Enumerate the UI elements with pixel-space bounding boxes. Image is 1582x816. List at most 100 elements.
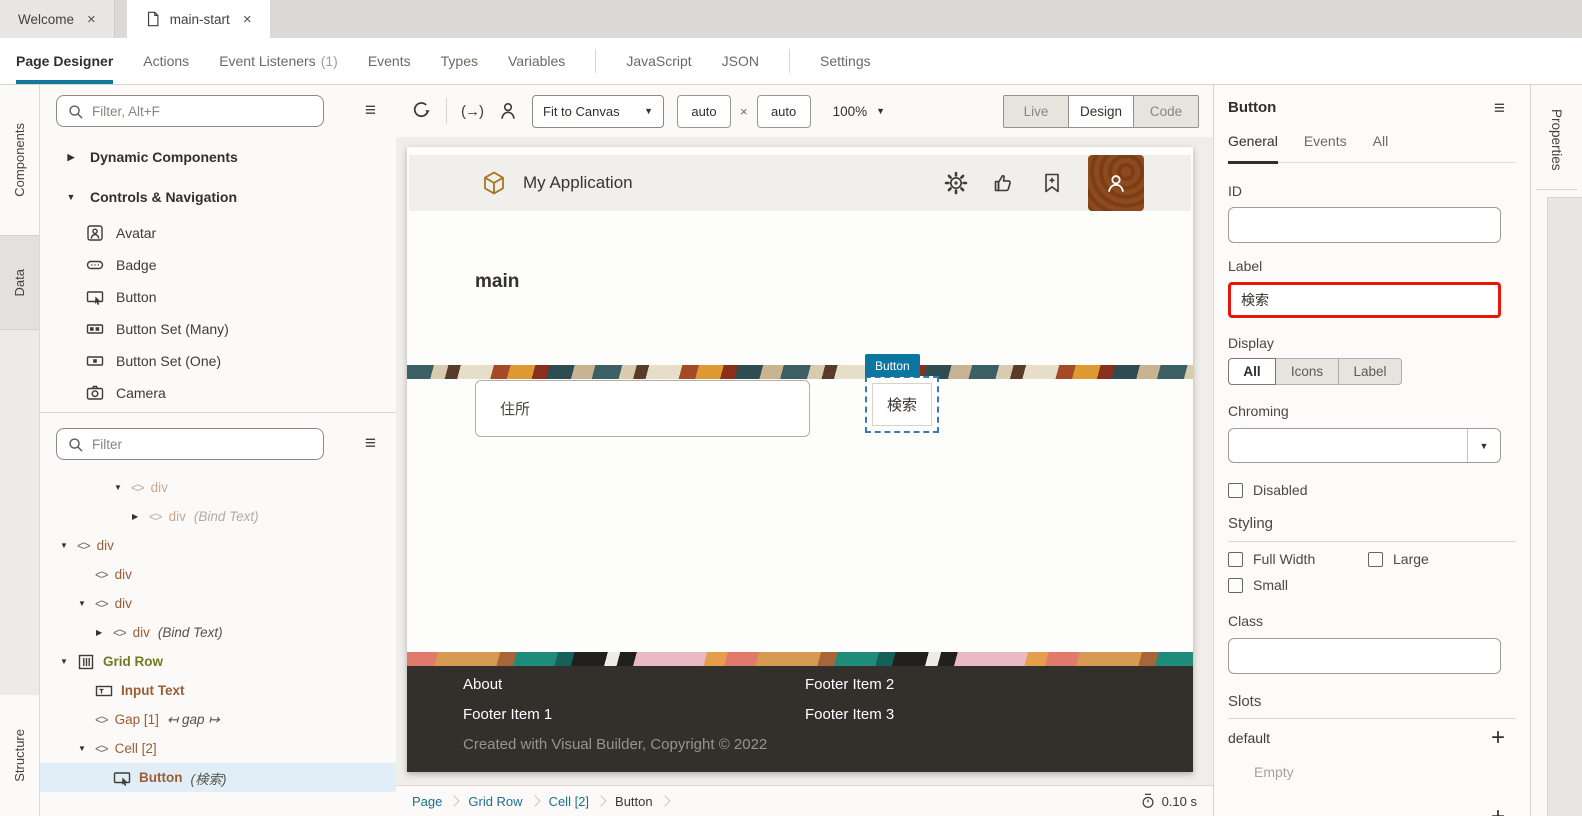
menu-item-actions[interactable]: Actions (143, 38, 189, 84)
footer-link-footer-item-3[interactable]: Footer Item 3 (805, 706, 894, 723)
component-item-badge[interactable]: Badge (40, 249, 396, 281)
components-section-controls-navigation[interactable]: ▼Controls & Navigation (40, 177, 396, 217)
id-input[interactable] (1228, 207, 1501, 243)
display-option-all[interactable]: All (1228, 358, 1276, 385)
checkbox-small[interactable] (1228, 578, 1243, 593)
close-icon[interactable]: × (87, 11, 96, 28)
component-item-camera[interactable]: Camera (40, 377, 396, 409)
refresh-icon[interactable] (410, 100, 432, 122)
structure-row-grid-row[interactable]: ▼Grid Row (40, 647, 396, 676)
structure-node-suffix: ↤ gap ↦ (167, 712, 220, 728)
chevron-down-icon[interactable]: ▼ (78, 744, 95, 753)
editor-tab-welcome[interactable]: Welcome× (0, 0, 115, 38)
canvas-height-input[interactable] (757, 95, 811, 128)
chevron-down-icon[interactable]: ▼ (114, 483, 131, 492)
action-chain-icon[interactable]: (→) (461, 103, 483, 120)
render-time-value: 0.10 s (1162, 794, 1197, 809)
rail-tab-data[interactable]: Data (0, 235, 39, 330)
structure-row-div[interactable]: <>div (40, 560, 396, 589)
structure-row-div[interactable]: ▼<>div (40, 473, 396, 502)
gear-icon[interactable] (944, 171, 968, 195)
footer-link-footer-item-2[interactable]: Footer Item 2 (805, 676, 894, 693)
properties-tab-general[interactable]: General (1228, 133, 1278, 162)
menu-item-event-listeners[interactable]: Event Listeners(1) (219, 38, 338, 84)
address-input[interactable]: 住所 (475, 380, 810, 437)
components-section-dynamic-components[interactable]: ▶Dynamic Components (40, 137, 396, 177)
thumbs-up-icon[interactable] (992, 171, 1016, 195)
structure-row-div[interactable]: ▼<>div (40, 531, 396, 560)
properties-tab-events[interactable]: Events (1304, 133, 1347, 162)
menu-item-events[interactable]: Events (368, 38, 411, 84)
chroming-select[interactable]: ▼ (1228, 428, 1501, 463)
components-filter-input[interactable] (92, 104, 313, 119)
chevron-right-icon (595, 795, 606, 806)
checkbox-full-width[interactable] (1228, 552, 1243, 567)
selected-button-outline[interactable]: Button 検索 (865, 376, 939, 433)
display-option-label[interactable]: Label (1338, 358, 1402, 385)
footer-link-about[interactable]: About (463, 676, 502, 693)
add-icon[interactable]: + (1491, 805, 1505, 816)
menu-item-types[interactable]: Types (441, 38, 478, 84)
structure-filter-input[interactable] (92, 437, 313, 452)
breadcrumb-item-page[interactable]: Page (412, 794, 442, 809)
audit-person-icon[interactable] (497, 100, 519, 122)
editor-tab-main-start[interactable]: main-start× (127, 0, 270, 38)
structure-row-gap-1[interactable]: <>Gap [1]↤ gap ↦ (40, 705, 396, 734)
class-input[interactable] (1228, 638, 1501, 674)
component-item-button-set-many[interactable]: Button Set (Many) (40, 313, 396, 345)
button-icon (86, 288, 104, 306)
mode-button-design[interactable]: Design (1068, 95, 1134, 128)
mode-button-live[interactable]: Live (1003, 95, 1069, 128)
bookmark-add-icon[interactable] (1040, 171, 1064, 195)
component-item-button-set-one[interactable]: Button Set (One) (40, 345, 396, 377)
structure-row-input-text[interactable]: Input Text (40, 676, 396, 705)
component-item-button[interactable]: Button (40, 281, 396, 313)
search-button[interactable]: 検索 (872, 383, 932, 426)
structure-row-cell-2[interactable]: ▼<>Cell [2] (40, 734, 396, 763)
app-header: My Application (409, 155, 1191, 211)
canvas-width-input[interactable] (677, 95, 731, 128)
user-avatar[interactable] (1088, 155, 1144, 211)
chevron-down-icon: ▼ (876, 106, 885, 116)
properties-tab-all[interactable]: All (1373, 133, 1389, 162)
search-icon (67, 436, 84, 453)
chevron-down-icon: ▼ (64, 192, 78, 202)
breadcrumb-item-grid-row[interactable]: Grid Row (468, 794, 522, 809)
chevron-right-icon[interactable]: ▶ (132, 512, 149, 521)
canvas-size-select[interactable]: Fit to Canvas ▼ (532, 95, 664, 128)
structure-row-div[interactable]: ▶<>div(Bind Text) (40, 502, 396, 531)
chevron-down-icon[interactable]: ▼ (60, 657, 77, 666)
label-input[interactable] (1228, 282, 1501, 318)
close-icon[interactable]: × (243, 11, 252, 28)
mode-button-code[interactable]: Code (1133, 95, 1199, 128)
menu-item-javascript[interactable]: JavaScript (626, 38, 691, 84)
disabled-checkbox[interactable] (1228, 483, 1243, 498)
chevron-down-icon[interactable]: ▼ (78, 599, 95, 608)
properties-menu-icon[interactable] (1494, 99, 1505, 118)
menu-item-variables[interactable]: Variables (508, 38, 565, 84)
section-divider (1228, 541, 1516, 542)
rail-tab-components[interactable]: Components (0, 85, 39, 235)
checkbox-large[interactable] (1368, 552, 1383, 567)
menu-item-settings[interactable]: Settings (820, 38, 871, 84)
rail-tab-properties[interactable]: Properties (1531, 97, 1582, 183)
chevron-right-icon[interactable]: ▶ (96, 628, 113, 637)
add-slot-icon[interactable]: + (1491, 726, 1505, 750)
code-tag-icon: <> (113, 626, 126, 640)
structure-row-div[interactable]: ▼<>div (40, 589, 396, 618)
component-item-avatar[interactable]: Avatar (40, 217, 396, 249)
zoom-value: 100% (833, 104, 868, 119)
chevron-down-icon[interactable]: ▼ (60, 541, 77, 550)
footer-link-footer-item-1[interactable]: Footer Item 1 (463, 706, 552, 723)
chroming-value (1229, 429, 1467, 462)
components-menu-icon[interactable] (365, 101, 376, 120)
zoom-select[interactable]: 100% ▼ (833, 104, 885, 119)
menu-item-json[interactable]: JSON (722, 38, 759, 84)
display-option-icons[interactable]: Icons (1275, 358, 1339, 385)
structure-row-div[interactable]: ▶<>div(Bind Text) (40, 618, 396, 647)
styling-option-full-width: Full Width (1228, 551, 1315, 567)
menu-item-page-designer[interactable]: Page Designer (16, 38, 113, 84)
breadcrumb-item-cell-2[interactable]: Cell [2] (549, 794, 589, 809)
structure-row-button[interactable]: Button(検索) (40, 763, 396, 792)
structure-menu-icon[interactable] (365, 434, 376, 453)
